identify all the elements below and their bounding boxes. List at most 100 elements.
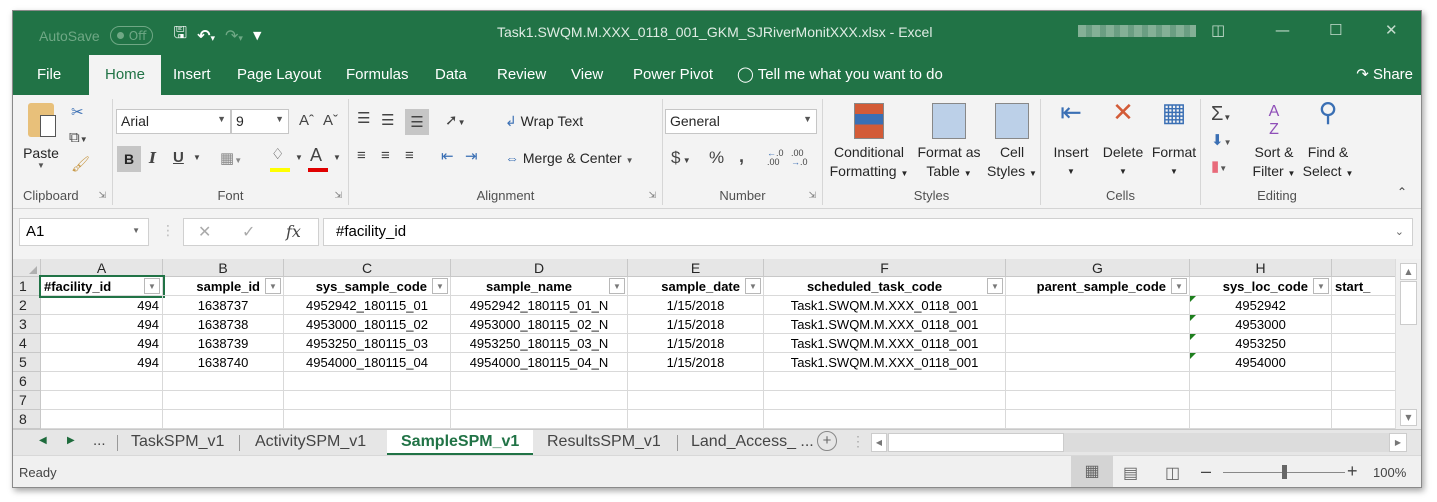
row-header-6[interactable]: 6 [13,372,41,391]
table-cell[interactable] [1332,391,1396,410]
error-indicator-icon[interactable] [1190,296,1196,302]
table-cell[interactable]: 1/15/2018 [628,353,764,372]
page-break-preview-icon[interactable]: ◫ [1165,463,1180,483]
undo-icon[interactable]: ↶▾ [197,26,215,45]
fill-color-dropdown-icon[interactable]: ▼ [295,153,303,162]
table-cell[interactable]: 1638739 [163,334,284,353]
table-cell[interactable] [628,391,764,410]
cut-icon[interactable]: ✂ [71,103,84,121]
table-cell[interactable] [41,372,163,391]
collapse-ribbon-icon[interactable]: ⌃ [1397,185,1407,199]
column-header-h[interactable]: H [1190,259,1332,277]
header-cell[interactable]: sys_loc_code ▼ [1190,277,1332,296]
table-cell[interactable] [1006,353,1190,372]
filter-dropdown-icon[interactable]: ▼ [432,278,448,294]
column-header-f[interactable]: F [764,259,1006,277]
table-cell[interactable]: 1638738 [163,315,284,334]
header-cell[interactable]: #facility_id ▼ [39,275,165,298]
table-cell[interactable]: 1/15/2018 [628,334,764,353]
sheet-tab-taskspm[interactable]: TaskSPM_v1 [117,430,238,455]
table-cell[interactable]: Task1.SWQM.M.XXX_0118_001 [764,296,1006,315]
table-cell[interactable] [1006,391,1190,410]
cell-styles-button[interactable]: Cell Styles ▼ [987,103,1037,183]
format-as-table-button[interactable]: Format as Table ▼ [913,103,985,183]
table-cell[interactable] [451,372,628,391]
paste-button[interactable]: Paste ▼ [21,103,61,170]
row-header-3[interactable]: 3 [13,315,41,334]
zoom-slider[interactable] [1223,465,1345,479]
user-name-blurred[interactable] [1078,25,1196,37]
table-cell[interactable]: Task1.SWQM.M.XXX_0118_001 [764,315,1006,334]
italic-button[interactable]: I [149,149,156,167]
number-format-select[interactable]: General ▼ [665,109,817,134]
header-cell[interactable]: sys_sample_code ▼ [284,277,451,296]
name-box[interactable]: A1 ▼ [19,218,149,246]
minimize-icon[interactable]: — [1275,21,1290,39]
filter-dropdown-icon[interactable]: ▼ [745,278,761,294]
table-cell[interactable] [1332,372,1396,391]
font-name-select[interactable]: Arial ▼ [116,109,231,134]
table-cell[interactable] [764,410,1006,429]
clear-icon[interactable]: ▮▼ [1211,157,1227,175]
redo-icon[interactable]: ↷▾ [225,26,243,45]
number-launcher-icon[interactable]: ⇲ [808,190,816,201]
table-cell[interactable]: 4953000_180115_02 [284,315,451,334]
column-header-c[interactable]: C [284,259,451,277]
sheet-tab-activityspm[interactable]: ActivitySPM_v1 [241,430,380,455]
wrap-text-button[interactable]: ↲ Wrap Text [505,113,583,130]
format-painter-icon[interactable]: 🖌 [71,155,90,173]
table-cell[interactable]: 4952942_180115_01_N [451,296,628,315]
header-cell[interactable]: parent_sample_code ▼ [1006,277,1190,296]
table-cell[interactable] [1006,334,1190,353]
sort-filter-button[interactable]: AZ Sort & Filter ▼ [1247,103,1301,183]
table-cell[interactable] [1190,372,1332,391]
table-cell[interactable]: Task1.SWQM.M.XXX_0118_001 [764,353,1006,372]
table-cell[interactable] [163,372,284,391]
tab-formulas[interactable]: Formulas [330,55,425,95]
table-cell[interactable]: 494 [41,334,163,353]
column-header-d[interactable]: D [451,259,628,277]
find-select-button[interactable]: ⚲ Find & Select ▼ [1301,99,1355,183]
clipboard-launcher-icon[interactable]: ⇲ [98,190,106,201]
close-icon[interactable]: ✕ [1385,21,1398,39]
currency-button[interactable]: $ ▼ [671,148,691,168]
increase-indent-icon[interactable]: ⇥ [465,147,478,165]
row-header-5[interactable]: 5 [13,353,41,372]
decrease-indent-icon[interactable]: ⇤ [441,147,454,165]
sheet-tab-samplespm[interactable]: SampleSPM_v1 [387,430,534,455]
table-cell[interactable] [1332,410,1396,429]
increase-decimal-icon[interactable]: ←.0.00 [767,149,784,167]
table-cell[interactable] [628,372,764,391]
bottom-align-button[interactable]: ☰ [405,109,429,135]
delete-cells-button[interactable]: ✕ Delete ▼ [1097,99,1149,181]
table-cell[interactable] [451,410,628,429]
top-align-icon[interactable]: ☰ [357,109,370,127]
tab-power-pivot[interactable]: Power Pivot [617,55,729,95]
column-header-e[interactable]: E [628,259,764,277]
align-center-icon[interactable]: ≡ [381,147,390,164]
tab-file[interactable]: File [21,55,77,95]
table-cell[interactable]: 4952942_180115_01 [284,296,451,315]
page-layout-view-icon[interactable]: ▤ [1123,463,1138,483]
table-cell[interactable]: 1638737 [163,296,284,315]
table-cell[interactable] [1332,315,1396,334]
scroll-right-icon[interactable]: ▶ [1389,433,1407,452]
cancel-icon[interactable]: ✕ [198,222,211,241]
table-cell[interactable] [628,410,764,429]
table-cell[interactable] [284,410,451,429]
header-cell[interactable]: sample_date ▼ [628,277,764,296]
borders-icon[interactable]: ▦▼ [220,149,242,167]
sheet-tab-land-access[interactable]: Land_Access_ ... [677,430,828,455]
header-cell[interactable]: sample_name ▼ [451,277,628,296]
underline-button[interactable]: U [173,149,184,166]
filter-dropdown-icon[interactable]: ▼ [1171,278,1187,294]
column-header-a[interactable]: A [41,259,163,277]
table-cell[interactable]: 494 [41,296,163,315]
row-header-4[interactable]: 4 [13,334,41,353]
horizontal-scroll-thumb[interactable] [888,433,1064,452]
copy-icon[interactable]: ⧉▼ [69,129,88,146]
horizontal-scrollbar[interactable]: ◀ ▶ [871,433,1407,452]
row-header-7[interactable]: 7 [13,391,41,410]
table-cell[interactable]: 494 [41,315,163,334]
comma-button[interactable]: , [739,146,744,167]
